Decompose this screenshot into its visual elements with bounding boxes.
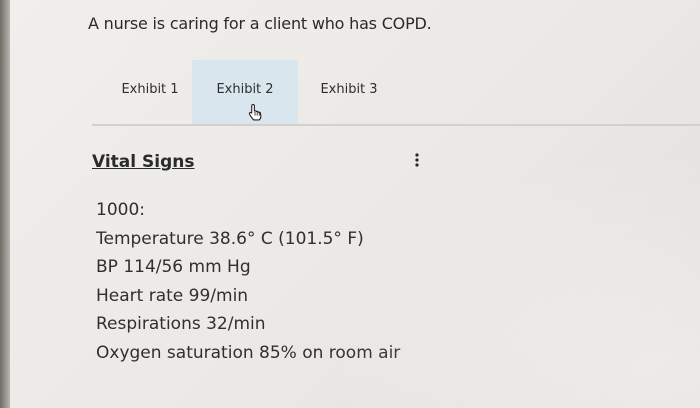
reading-heart-rate: Heart rate 99/min <box>96 285 249 306</box>
reading-respirations: Respirations 32/min <box>96 314 266 334</box>
tab-divider <box>92 124 700 126</box>
tab-exhibit-1[interactable]: Exhibit 1 <box>100 60 200 124</box>
reading-oxygen-saturation: Oxygen saturation 85% on room air <box>96 342 401 363</box>
tab-exhibit-2[interactable]: Exhibit 2 <box>192 60 298 126</box>
question-stem: A nurse is caring for a client who has C… <box>88 14 432 33</box>
section-title: Vital Signs <box>92 152 195 172</box>
screen-bezel <box>0 0 10 408</box>
hand-pointer-icon <box>248 103 262 121</box>
vital-signs-list: 1000: Temperature 38.6° C (101.5° F) BP … <box>96 196 400 367</box>
reading-time: 1000: <box>96 200 145 220</box>
reading-blood-pressure: BP 114/56 mm Hg <box>96 257 251 277</box>
tab-label: Exhibit 3 <box>320 82 378 97</box>
more-vertical-icon[interactable] <box>414 151 420 169</box>
exhibit-panel: A nurse is caring for a client who has C… <box>10 0 700 408</box>
reading-temperature: Temperature 38.6° C (101.5° F) <box>96 228 364 249</box>
tab-label: Exhibit 1 <box>121 82 179 97</box>
tab-exhibit-3[interactable]: Exhibit 3 <box>304 60 394 124</box>
